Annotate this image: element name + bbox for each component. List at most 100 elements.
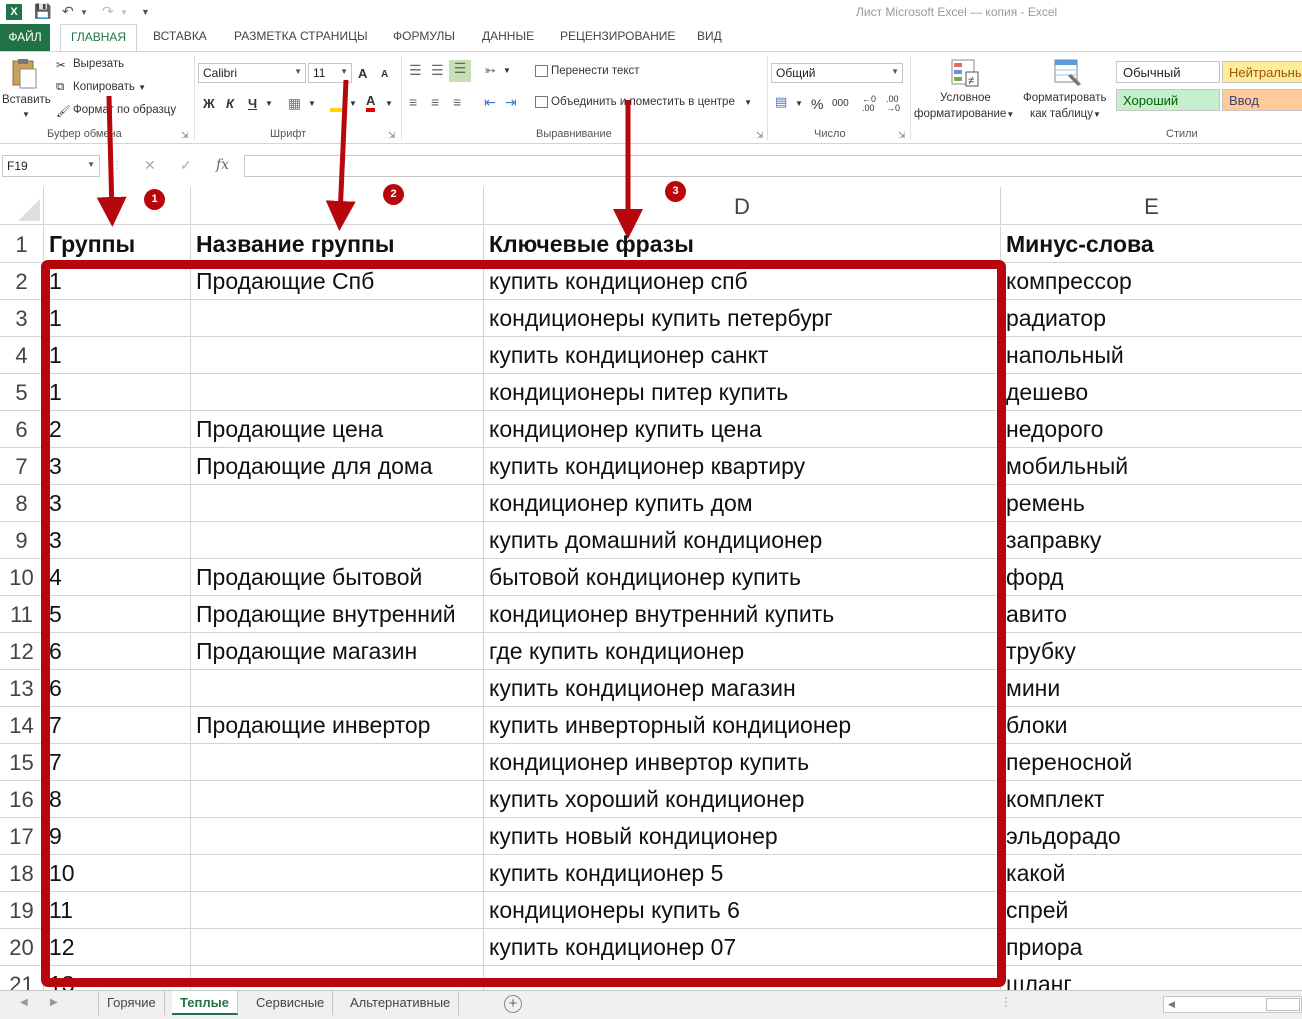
cell-group-name[interactable] xyxy=(191,337,484,374)
cell-group[interactable]: 8 xyxy=(44,781,191,818)
style-normal[interactable]: Обычный xyxy=(1116,61,1220,83)
paste-button[interactable]: Вставить xyxy=(2,94,51,106)
redo-icon[interactable]: ↷ xyxy=(102,3,114,20)
wrap-text-button[interactable]: Перенести текст xyxy=(535,65,640,77)
sheet-tab-service[interactable]: Сервисные xyxy=(248,991,334,1015)
scroll-left-icon[interactable]: ◀ xyxy=(1168,999,1175,1010)
font-launcher-icon[interactable]: ⇲ xyxy=(388,130,396,141)
row-header[interactable]: 20 xyxy=(0,929,44,966)
undo-dropdown-icon[interactable]: ▼ xyxy=(80,8,88,17)
row-header[interactable]: 18 xyxy=(0,855,44,892)
cell-group[interactable]: 3 xyxy=(44,485,191,522)
row-header[interactable]: 10 xyxy=(0,559,44,596)
tab-file[interactable]: ФАЙЛ xyxy=(0,24,50,51)
underline-button[interactable]: Ч xyxy=(248,96,257,111)
orientation-icon[interactable]: ➳ xyxy=(484,62,496,79)
cell-group-name[interactable]: Продающие для дома xyxy=(191,448,484,485)
cell-keyword[interactable]: купить кондиционер 07 xyxy=(484,929,1001,966)
clipboard-launcher-icon[interactable]: ⇲ xyxy=(181,130,189,141)
cell-minus-word[interactable]: трубку xyxy=(1001,633,1302,670)
row-header[interactable]: 19 xyxy=(0,892,44,929)
resize-handle-icon[interactable]: ⋮ xyxy=(112,160,122,171)
align-middle-icon[interactable]: ☰ xyxy=(431,62,444,79)
add-sheet-button[interactable]: + xyxy=(504,995,522,1013)
cell-group[interactable]: 6 xyxy=(44,670,191,707)
save-icon[interactable]: 💾 xyxy=(34,3,51,20)
fill-color-dropdown-icon[interactable]: ▼ xyxy=(349,99,357,108)
font-color-icon[interactable]: A xyxy=(366,94,376,112)
row-header[interactable]: 8 xyxy=(0,485,44,522)
cancel-icon[interactable]: ✕ xyxy=(144,157,156,174)
cell-group[interactable]: 1 xyxy=(44,374,191,411)
cell-minus-word[interactable]: недорого xyxy=(1001,411,1302,448)
column-header-c[interactable] xyxy=(191,187,484,225)
row-header[interactable]: 11 xyxy=(0,596,44,633)
row-header[interactable]: 21 xyxy=(0,966,44,990)
cell-keyword[interactable]: купить инверторный кондиционер xyxy=(484,707,1001,744)
cell-group[interactable]: 11 xyxy=(44,892,191,929)
cell-group[interactable]: 1 xyxy=(44,300,191,337)
percent-button[interactable]: % xyxy=(811,96,823,112)
cell-group-name[interactable] xyxy=(191,374,484,411)
cell-minus-word[interactable]: комплект xyxy=(1001,781,1302,818)
cell-group[interactable]: 4 xyxy=(44,559,191,596)
cell-keyword[interactable]: кондиционер внутренний купить xyxy=(484,596,1001,633)
row-header[interactable]: 4 xyxy=(0,337,44,374)
merge-center-button[interactable]: Объединить и поместить в центре ▼ xyxy=(535,96,752,108)
cell-keyword[interactable]: бытовой кондиционер купить xyxy=(484,559,1001,596)
sheet-tab-hot[interactable]: Горячие xyxy=(98,991,165,1015)
conditional-formatting-label-2[interactable]: форматирование▼ xyxy=(914,108,1014,120)
cell-group-name[interactable]: Продающие бытовой xyxy=(191,559,484,596)
cell-group-name[interactable]: Продающие внутренний xyxy=(191,596,484,633)
name-box[interactable]: F19 ▼ xyxy=(2,155,100,177)
customize-toolbar-icon[interactable]: ▼ xyxy=(141,7,150,17)
cell-minus-word[interactable]: радиатор xyxy=(1001,300,1302,337)
cut-button[interactable]: ✂ Вырезать xyxy=(56,58,124,72)
header-cell-minus-word[interactable]: Минус-слова xyxy=(1001,226,1302,263)
cell-group[interactable]: 3 xyxy=(44,448,191,485)
grow-font-button[interactable]: A xyxy=(358,66,367,81)
cell-group[interactable]: 1 xyxy=(44,337,191,374)
align-center-icon[interactable]: ≡ xyxy=(431,94,439,110)
cell-keyword[interactable]: кондиционеры купить 6 xyxy=(484,892,1001,929)
cell-group-name[interactable] xyxy=(191,744,484,781)
row-header[interactable]: 1 xyxy=(0,226,44,263)
cell-minus-word[interactable]: приора xyxy=(1001,929,1302,966)
cell-group-name[interactable] xyxy=(191,300,484,337)
enter-icon[interactable]: ✓ xyxy=(180,157,192,174)
paste-dropdown-icon[interactable]: ▼ xyxy=(22,110,30,119)
cell-group[interactable]: 7 xyxy=(44,744,191,781)
number-launcher-icon[interactable]: ⇲ xyxy=(898,130,906,141)
cell-group-name[interactable] xyxy=(191,966,484,990)
tab-data[interactable]: ДАННЫЕ xyxy=(482,29,534,43)
cell-group-name[interactable]: Продающие инвертор xyxy=(191,707,484,744)
row-header[interactable]: 15 xyxy=(0,744,44,781)
cell-minus-word[interactable]: авито xyxy=(1001,596,1302,633)
font-size-combo[interactable]: 11 ▼ xyxy=(308,63,352,83)
shrink-font-button[interactable]: A xyxy=(381,69,388,80)
style-input[interactable]: Ввод xyxy=(1222,89,1302,111)
conditional-formatting-icon[interactable]: ≠ xyxy=(950,58,982,88)
increase-indent-icon[interactable]: ⇥ xyxy=(505,94,517,111)
copy-dropdown-icon[interactable]: ▼ xyxy=(138,83,146,92)
decrease-decimal-icon[interactable]: .00 →0 xyxy=(886,95,900,113)
row-header[interactable]: 6 xyxy=(0,411,44,448)
cell-group[interactable]: 3 xyxy=(44,522,191,559)
conditional-formatting-label-1[interactable]: Условное xyxy=(940,92,991,104)
tab-view[interactable]: ВИД xyxy=(697,29,722,43)
cell-keyword[interactable]: купить кондиционер 5 xyxy=(484,855,1001,892)
column-header-e[interactable]: E xyxy=(1001,187,1302,225)
row-header[interactable]: 3 xyxy=(0,300,44,337)
borders-icon[interactable]: ▦ xyxy=(288,95,301,112)
increase-decimal-icon[interactable]: ←0.00 xyxy=(862,95,876,113)
row-header[interactable]: 12 xyxy=(0,633,44,670)
paste-icon[interactable] xyxy=(8,58,42,89)
alignment-launcher-icon[interactable]: ⇲ xyxy=(756,130,764,141)
format-painter-button[interactable]: 🖌 Формат по образцу xyxy=(56,104,176,118)
redo-dropdown-icon[interactable]: ▼ xyxy=(120,8,128,17)
format-as-table-icon[interactable] xyxy=(1053,58,1085,88)
row-header[interactable]: 16 xyxy=(0,781,44,818)
align-top-icon[interactable]: ☰ xyxy=(409,62,422,79)
tab-split-handle-icon[interactable]: ⋮ xyxy=(1000,995,1012,1009)
column-header-d[interactable]: D xyxy=(484,187,1001,225)
